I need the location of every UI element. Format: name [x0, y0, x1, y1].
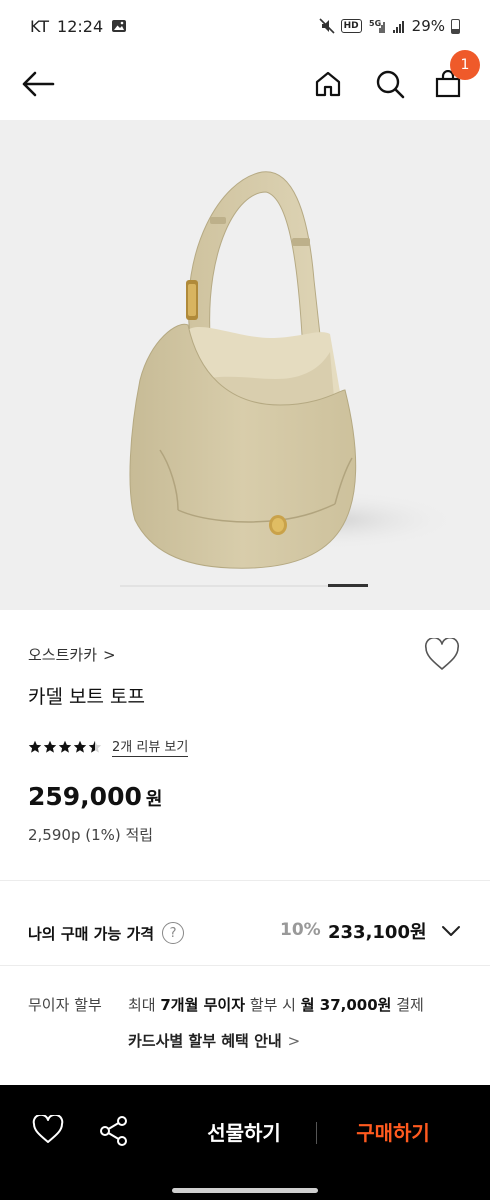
product-price: 259,000 — [28, 782, 142, 811]
section-divider — [0, 965, 490, 966]
brand-link[interactable]: 오스트카카 > — [28, 644, 116, 665]
price-row: 259,000 원 — [28, 782, 162, 811]
my-price-value: 233,100원 — [328, 922, 427, 943]
status-bar: KT 12:24 HD 5G 29% — [0, 0, 490, 52]
installment-prefix: 최대 — [128, 996, 161, 1014]
star-icon — [28, 740, 42, 753]
installment-months: 7개월 무이자 — [160, 996, 246, 1014]
svg-text:5G: 5G — [369, 19, 381, 28]
chevron-down-icon[interactable] — [440, 920, 462, 942]
share-button[interactable] — [98, 1115, 132, 1149]
star-icon — [58, 740, 72, 753]
battery-icon — [451, 18, 460, 34]
back-button[interactable] — [16, 62, 60, 106]
installment-middle: 할부 시 — [245, 996, 301, 1014]
heart-outline-icon — [32, 1113, 64, 1143]
carrier-label: KT — [30, 16, 50, 36]
home-icon — [315, 71, 341, 97]
hd-icon: HD — [340, 19, 362, 33]
buy-button[interactable]: 구매하기 — [330, 1115, 456, 1151]
my-price-label-text: 나의 구매 가능 가격 — [28, 924, 155, 943]
back-arrow-icon — [22, 71, 55, 97]
home-button[interactable] — [306, 62, 350, 106]
status-left: KT 12:24 — [30, 17, 127, 36]
installment-suffix: 결제 — [391, 996, 424, 1014]
cart-count-badge: 1 — [450, 50, 480, 80]
bottom-action-bar: 선물하기 구매하기 — [0, 1085, 490, 1200]
signal-icon — [392, 21, 404, 33]
discount-rate: 10% — [280, 920, 321, 940]
5g-icon: 5G — [369, 19, 385, 33]
top-nav: 1 — [0, 50, 490, 118]
star-icon — [88, 740, 102, 753]
search-button[interactable] — [368, 62, 412, 106]
card-benefits-label: 카드사별 할부 혜택 안내 — [128, 1032, 282, 1050]
status-right: HD 5G 29% — [319, 17, 460, 35]
help-icon[interactable]: ? — [162, 922, 185, 944]
heart-outline-icon — [424, 636, 460, 670]
wishlist-button[interactable] — [424, 636, 464, 674]
carousel-progress-thumb — [328, 584, 368, 587]
button-separator — [316, 1122, 317, 1144]
rating-row: 2개 리뷰 보기 — [28, 736, 189, 757]
chevron-right-icon: > — [103, 645, 116, 664]
installment-info: 최대 7개월 무이자 할부 시 월 37,000원 결제 — [128, 994, 424, 1015]
reward-points: 2,590p (1%) 적립 — [28, 826, 154, 844]
search-icon — [376, 70, 405, 99]
star-icon — [73, 740, 87, 753]
clock: 12:24 — [57, 16, 104, 36]
share-icon — [100, 1116, 127, 1146]
my-price-label: 나의 구매 가능 가격 ? — [28, 922, 185, 944]
section-divider — [0, 880, 490, 881]
star-icon — [43, 740, 57, 753]
my-price-row[interactable]: 나의 구매 가능 가격 ? 10% 233,100원 — [0, 902, 490, 964]
mute-icon — [319, 18, 335, 34]
battery-percent: 29% — [411, 17, 445, 35]
home-indicator[interactable] — [172, 1188, 318, 1193]
price-unit: 원 — [145, 789, 163, 810]
card-benefits-link[interactable]: 카드사별 할부 혜택 안내 > — [128, 1030, 300, 1051]
installment-label: 무이자 할부 — [28, 996, 102, 1014]
product-title: 카델 보트 토프 — [28, 686, 145, 708]
product-image-carousel[interactable] — [0, 120, 490, 610]
installment-monthly: 월 37,000원 — [300, 996, 392, 1014]
cart-button[interactable]: 1 — [426, 50, 480, 106]
gift-button[interactable]: 선물하기 — [182, 1115, 306, 1151]
chevron-right-icon: > — [287, 1031, 301, 1050]
bottom-wishlist-button[interactable] — [32, 1113, 66, 1149]
gallery-icon — [112, 20, 127, 32]
review-link[interactable]: 2개 리뷰 보기 — [112, 736, 189, 757]
carousel-progress-track — [120, 584, 368, 587]
star-rating — [28, 740, 102, 754]
product-photo — [129, 171, 460, 569]
brand-name: 오스트카카 — [28, 646, 98, 664]
